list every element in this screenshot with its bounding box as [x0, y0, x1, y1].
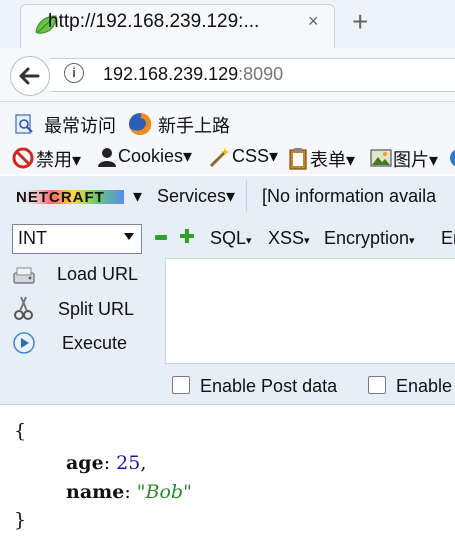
json-line-age: age: 25,: [66, 452, 147, 474]
url-textarea[interactable]: [165, 258, 455, 364]
split-url-button[interactable]: Split URL: [58, 299, 134, 320]
netcraft-logo-text: NETCRAFT: [16, 189, 105, 206]
firefox-icon: [129, 112, 152, 135]
encryption-menu[interactable]: Encryption▾: [324, 228, 415, 249]
execute-button[interactable]: Execute: [62, 333, 127, 354]
new-tab-button[interactable]: +: [352, 6, 368, 38]
cookies-label: Cookies: [118, 146, 184, 166]
json-value-age: 25: [116, 452, 141, 474]
post-data-label: Enable Post data: [200, 376, 338, 396]
post-data-checkbox[interactable]: [172, 376, 190, 394]
encryption-label: Encryption: [324, 228, 410, 248]
sql-label: SQL: [210, 228, 247, 248]
forms-label: 表单: [310, 150, 346, 170]
load-url-button[interactable]: Load URL: [57, 264, 138, 285]
json-key-name: name: [66, 481, 125, 503]
url-text[interactable]: 192.168.239.129:8090: [103, 64, 283, 85]
xss-menu[interactable]: XSS▾: [268, 228, 310, 249]
cookies-menu[interactable]: Cookies▾: [118, 146, 192, 167]
disable-icon: [12, 147, 34, 169]
site-info-icon[interactable]: i: [64, 63, 84, 83]
encoding-menu[interactable]: En: [441, 228, 455, 249]
disable-label: 禁用: [36, 150, 72, 170]
sql-menu[interactable]: SQL▾: [210, 228, 252, 249]
referrer-label: Enable: [396, 376, 453, 396]
cookie-user-icon: [98, 148, 116, 167]
back-button[interactable]: [10, 56, 50, 96]
bookmark-most-visited[interactable]: 最常访问: [44, 112, 116, 138]
load-url-icon: [13, 267, 35, 284]
netcraft-logo[interactable]: NETCRAFT: [12, 184, 124, 208]
bookmark-getting-started[interactable]: 新手上路: [158, 112, 230, 138]
chevron-down-icon: [124, 233, 134, 240]
split-url-scissors-icon: [14, 296, 33, 320]
json-comma: ,: [140, 452, 147, 474]
referrer-checkbox[interactable]: [368, 376, 386, 394]
info-globe-icon: [450, 149, 455, 167]
back-arrow-icon: [19, 67, 40, 85]
forms-menu[interactable]: 表单▾: [310, 146, 355, 172]
decrease-icon[interactable]: [155, 235, 167, 240]
tab-title: http://192.168.239.129:...: [48, 11, 260, 32]
json-open-brace: {: [14, 420, 27, 442]
css-label: CSS: [232, 146, 270, 166]
disable-menu[interactable]: 禁用▾: [36, 146, 81, 172]
services-label: Services: [157, 186, 227, 206]
json-close-brace: }: [14, 509, 27, 531]
css-wand-icon: [209, 148, 229, 168]
toolbar-divider: [246, 180, 247, 212]
type-select-value: INT: [18, 228, 47, 248]
json-value-name: "Bob": [136, 481, 192, 503]
increase-icon[interactable]: [180, 229, 194, 243]
css-menu[interactable]: CSS▾: [232, 146, 278, 167]
execute-play-icon: [13, 332, 35, 354]
images-label: 图片: [393, 150, 429, 170]
bookmark-page-icon: [15, 114, 33, 134]
tab-close-icon[interactable]: ×: [308, 11, 319, 32]
images-menu[interactable]: 图片▾: [393, 146, 438, 172]
xss-label: XSS: [268, 228, 305, 248]
netcraft-dropdown[interactable]: ▾: [133, 186, 142, 207]
services-menu[interactable]: Services▾: [157, 186, 235, 207]
images-icon: [370, 149, 392, 167]
json-key-age: age: [66, 452, 104, 474]
json-line-name: name: "Bob": [66, 481, 192, 503]
url-host: 192.168.239.129: [103, 64, 239, 84]
site-info-text: [No information availa: [262, 186, 437, 206]
url-port: :8090: [238, 64, 284, 84]
forms-clipboard-icon: [289, 148, 307, 170]
